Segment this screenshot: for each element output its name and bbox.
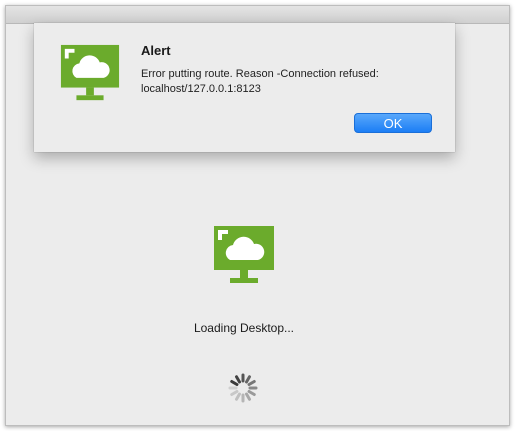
alert-title: Alert [141,43,171,58]
window-titlebar[interactable] [6,6,509,24]
app-window: Alert Error putting route. Reason -Conne… [5,5,510,426]
alert-message: Error putting route. Reason -Connection … [141,68,379,95]
alert-sheet: Alert Error putting route. Reason -Conne… [34,23,455,152]
desktop-cloud-icon [214,226,274,283]
desktop-cloud-icon [60,44,120,101]
ok-button[interactable]: OK [354,113,432,133]
loading-desktop-label: Loading Desktop... [193,321,295,335]
loading-spinner-icon [228,373,258,403]
